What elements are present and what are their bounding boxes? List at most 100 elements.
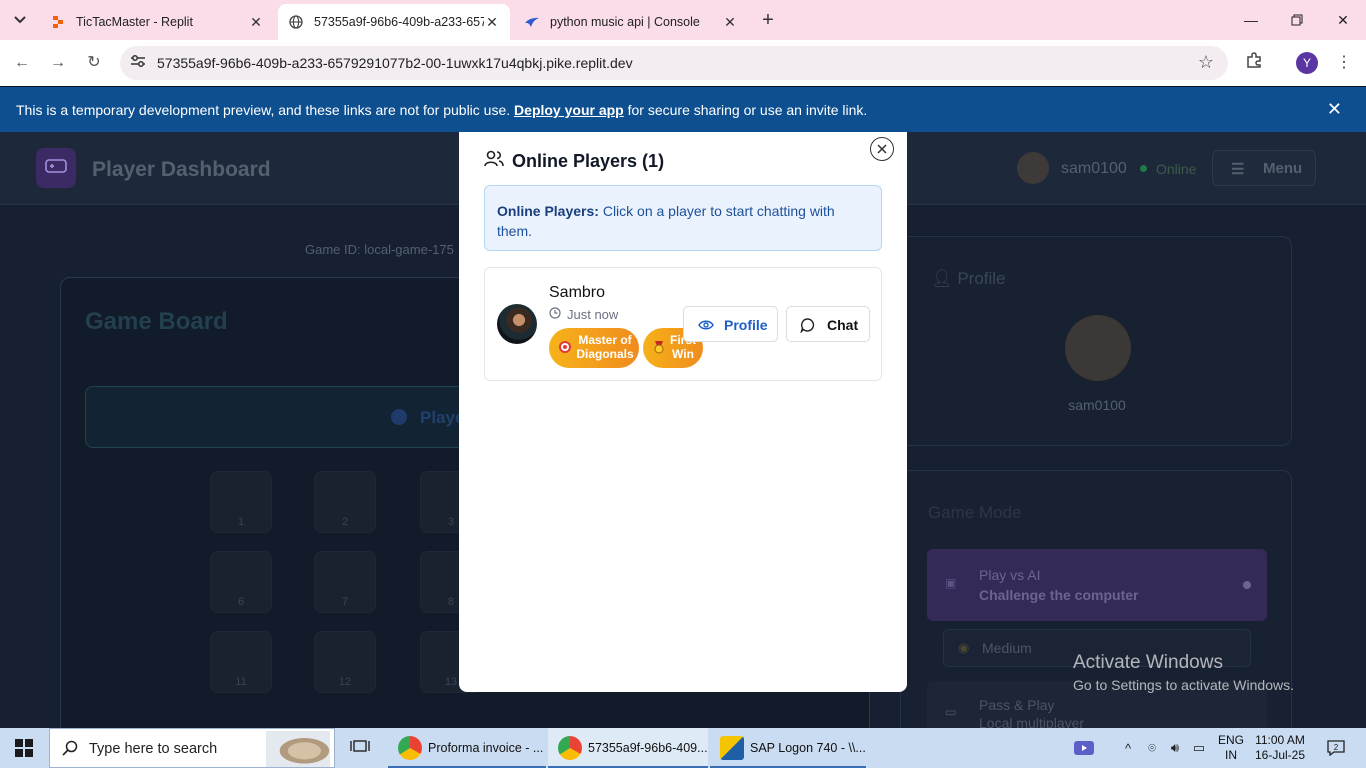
deploy-link[interactable]: Deploy your app (514, 102, 624, 118)
minimize-button[interactable]: — (1228, 0, 1274, 40)
profile-heading-text: Profile (957, 269, 1006, 288)
chrome-icon (398, 736, 422, 760)
reload-button[interactable]: ↻ (82, 51, 106, 75)
clock-time: 11:00 AM (1255, 733, 1305, 747)
profile-panel: 👤︎ Profile sam0100 (900, 236, 1292, 446)
profile-name: sam0100 (1068, 397, 1126, 413)
board-cell[interactable]: 12 (314, 631, 376, 693)
banner-text-before: This is a temporary development preview,… (16, 102, 515, 118)
online-dot-icon (1140, 165, 1147, 172)
mode-play-vs-ai[interactable]: ▣ Play vs AI Challenge the computer (927, 549, 1267, 621)
sap-icon (720, 736, 744, 760)
meet-now-icon[interactable] (1070, 728, 1098, 768)
board-cell[interactable]: 1 (210, 471, 272, 533)
chat-button[interactable]: Chat (786, 306, 870, 342)
modal-close-button[interactable] (870, 137, 894, 161)
mode-pp-desc: Local multiplayer (979, 715, 1085, 728)
badge-label: Master of Diagonals (576, 333, 634, 361)
profile-button-label: Profile (724, 317, 768, 333)
board-cell[interactable]: 11 (210, 631, 272, 693)
task-view-icon[interactable] (345, 738, 375, 758)
address-bar[interactable]: 57355a9f-96b6-409b-a233-6579291077b2-00-… (120, 46, 1228, 80)
camera-icon[interactable]: ⌾ (1142, 728, 1162, 768)
language-indicator[interactable]: ENG IN (1218, 733, 1244, 763)
restore-button[interactable] (1274, 0, 1320, 40)
users-icon (484, 150, 504, 173)
gamepad-icon (36, 148, 76, 188)
windows-logo-icon (15, 739, 33, 757)
device-icon: ▭ (945, 705, 957, 719)
globe-icon (288, 14, 304, 30)
board-cell[interactable]: 6 (210, 551, 272, 613)
chrome-icon (558, 736, 582, 760)
hamburger-icon: ☰ (1231, 161, 1245, 178)
menu-button[interactable]: ☰ Menu (1212, 150, 1316, 186)
player-dot-icon (391, 409, 407, 425)
site-info-icon[interactable] (130, 54, 146, 71)
new-tab-button[interactable]: + (756, 8, 780, 32)
tab-close-icon[interactable]: ✕ (248, 14, 264, 31)
start-button[interactable] (0, 728, 48, 768)
extensions-icon[interactable] (1242, 51, 1266, 75)
browser-menu-icon[interactable]: ⋮ (1332, 51, 1356, 75)
watermark-line2: Go to Settings to activate Windows. (1073, 677, 1294, 693)
taskbar-app-label: Proforma invoice - ... (428, 741, 544, 755)
close-window-button[interactable]: ✕ (1320, 0, 1366, 40)
selected-dot-icon (1243, 581, 1251, 589)
cell-number: 12 (338, 676, 352, 688)
current-player-label: Playe (420, 408, 465, 427)
online-players-modal: Online Players (1) Online Players: Click… (459, 132, 907, 692)
banner-text-after: for secure sharing or use an invite link… (623, 102, 868, 118)
last-seen-text: Just now (567, 307, 619, 322)
bookmark-star-icon[interactable]: ☆ (1198, 52, 1214, 73)
dev-preview-banner: This is a temporary development preview,… (0, 87, 1366, 132)
banner-close-icon[interactable]: ✕ (1327, 99, 1342, 120)
browser-profile-avatar[interactable]: Y (1296, 52, 1318, 74)
network-icon[interactable]: ▭ (1188, 728, 1210, 768)
tab-close-icon[interactable]: ✕ (484, 14, 500, 31)
notifications-icon[interactable]: 2 (1322, 728, 1350, 768)
clock[interactable]: 11:00 AM 16-Jul-25 (1254, 733, 1306, 763)
user-icon: 👤︎ (931, 269, 953, 288)
activate-windows-watermark: Activate Windows Go to Settings to activ… (1073, 652, 1294, 693)
mode-pp-title: Pass & Play (979, 697, 1055, 713)
volume-icon[interactable]: 🔊︎ (1164, 728, 1186, 768)
mode-ai-title: Play vs AI (979, 567, 1041, 583)
cell-number: 6 (237, 596, 245, 608)
lang-region: IN (1225, 748, 1237, 762)
tab-search-button[interactable] (8, 8, 32, 32)
tab-tictacmaster[interactable]: TicTacMaster - Replit ✕ (40, 4, 274, 40)
robot-icon: ▣ (945, 576, 957, 590)
windows-taskbar: Type here to search Proforma invoice - .… (0, 728, 1366, 768)
modal-header: Online Players (1) (484, 150, 664, 173)
show-hidden-icons-icon[interactable]: ^ (1118, 728, 1138, 768)
board-cell[interactable]: 7 (314, 551, 376, 613)
cell-number: 2 (341, 516, 349, 528)
browser-toolbar: ← → ↻ 57355a9f-96b6-409b-a233-6579291077… (0, 40, 1366, 86)
taskbar-app-sap[interactable]: SAP Logon 740 - \\... (710, 728, 866, 768)
tab-preview[interactable]: 57355a9f-96b6-409b-a233-657 ✕ (278, 4, 510, 40)
back-button[interactable]: ← (10, 51, 34, 75)
player-card[interactable]: Sambro Just now Master of Diagonals Firs… (484, 267, 882, 381)
taskbar-search-input[interactable]: Type here to search (49, 728, 335, 768)
info-callout: Online Players: Click on a player to sta… (484, 185, 882, 251)
tab-python-music-api[interactable]: python music api | Console ✕ (514, 4, 748, 40)
board-cell[interactable]: 2 (314, 471, 376, 533)
tab-close-icon[interactable]: ✕ (722, 14, 738, 31)
game-id: Game ID: local-game-175 (305, 242, 454, 257)
achievement-badge: Master of Diagonals (549, 328, 639, 368)
forward-button[interactable]: → (46, 51, 70, 75)
avatar (497, 304, 537, 344)
taskbar-app-proforma[interactable]: Proforma invoice - ... (388, 728, 546, 768)
view-profile-button[interactable]: Profile (683, 306, 778, 342)
chat-button-label: Chat (827, 317, 859, 333)
cell-number: 1 (237, 516, 245, 528)
tab-title: 57355a9f-96b6-409b-a233-657 (314, 15, 484, 29)
replit-favicon-icon (50, 14, 66, 30)
taskbar-app-preview[interactable]: 57355a9f-96b6-409... (548, 728, 708, 768)
page-title: Player Dashboard (92, 158, 271, 181)
clock-icon (549, 307, 561, 322)
status-badge: Online (1156, 161, 1197, 177)
avatar[interactable] (1017, 152, 1049, 184)
header-username: sam0100 (1061, 160, 1127, 177)
